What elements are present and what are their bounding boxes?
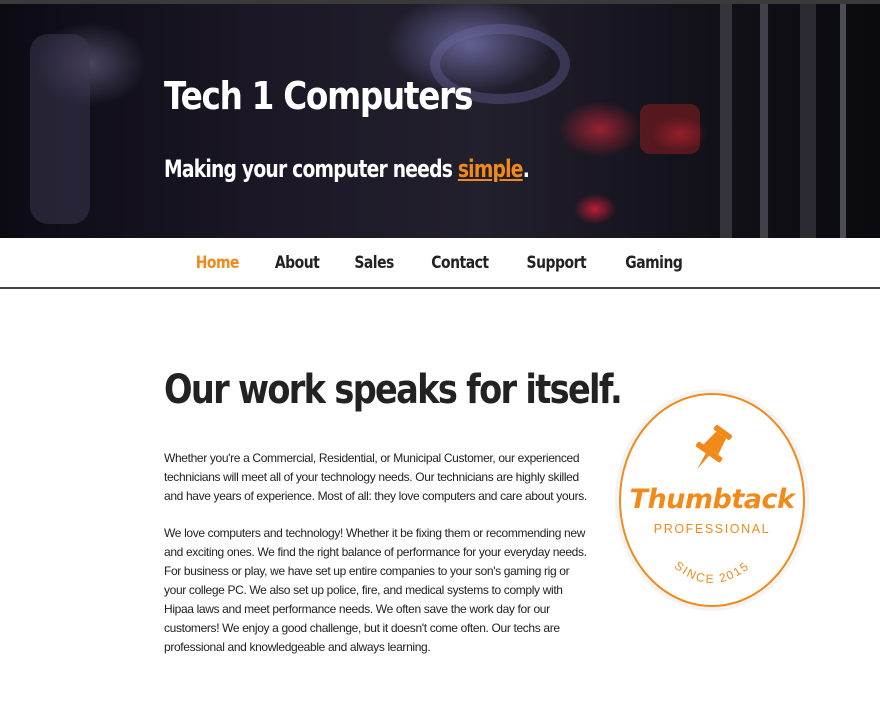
tagline-highlight: simple [457,155,524,183]
nav-item-support[interactable]: Support [527,253,587,273]
nav-item-sales[interactable]: Sales [355,253,395,273]
tagline-prefix: Making your computer needs [164,155,458,183]
badge-brand: Thumbtack [630,484,797,515]
thumbtack-badge[interactable]: Thumbtack PROFESSIONAL SINCE 2015 [614,388,810,612]
site-tagline: Making your computer needs simple. [164,154,530,184]
hero-background-shape [840,4,846,238]
hero-background-shape [760,4,768,238]
nav-item-about[interactable]: About [275,253,320,273]
hero-background-shape [640,104,700,154]
nav-item-contact[interactable]: Contact [431,253,489,273]
main-navigation: Home About Sales Contact Support Gaming [0,238,880,289]
badge-level: PROFESSIONAL [654,522,770,536]
hero-background-shape [720,4,732,238]
page-heading: Our work speaks for itself. [164,367,623,413]
hero-banner: Tech 1 Computers Making your computer ne… [0,4,880,238]
nav-item-gaming[interactable]: Gaming [625,253,683,273]
nav-item-home[interactable]: Home [196,253,240,273]
hero-background-shape [800,4,816,238]
site-title[interactable]: Tech 1 Computers [164,74,473,118]
tagline-suffix: . [522,155,530,183]
thumbtack-badge-graphic: Thumbtack PROFESSIONAL SINCE 2015 [615,389,809,611]
intro-paragraph: Whether you're a Commercial, Residential… [164,451,587,503]
about-paragraph: We love computers and technology! Whethe… [164,526,587,654]
hero-background-shape [30,34,90,224]
